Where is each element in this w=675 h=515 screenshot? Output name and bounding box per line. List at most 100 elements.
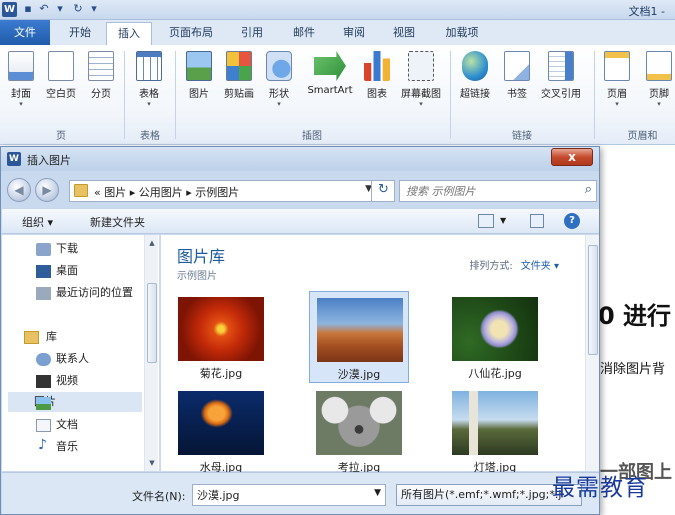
tab-references[interactable]: 引用 [230, 22, 274, 45]
nav-item-music[interactable]: 音乐 [56, 437, 78, 457]
videos-icon [36, 375, 51, 388]
folder-icon [74, 184, 88, 197]
library-subtitle: 示例图片 [177, 271, 217, 282]
filename-input[interactable] [197, 487, 365, 503]
file-list-pane: 图片库 示例图片 排列方式: 文件夹 ▾ 菊花.jpg 沙漠.jpg 八仙花.jp… [161, 235, 599, 474]
nav-item-desktop[interactable]: 桌面 [56, 261, 78, 281]
bookmark-button[interactable]: 书签 [496, 49, 538, 111]
scroll-up-icon[interactable]: ▲ [147, 239, 157, 247]
hyperlink-button[interactable]: 超链接 [454, 49, 496, 111]
nav-item-library[interactable]: 库 [46, 327, 57, 347]
dialog-toolbar: 组织 ▾ 新建文件夹 ▼ ? [2, 208, 599, 234]
contacts-icon [36, 353, 51, 366]
blank-page-button[interactable]: 空白页 [40, 49, 82, 111]
tab-insert[interactable]: 插入 [106, 22, 152, 45]
nav-item-downloads[interactable]: 下载 [56, 239, 78, 259]
nav-scrollbar-thumb[interactable] [147, 283, 157, 363]
smartart-button[interactable]: SmartArt [302, 49, 358, 111]
redo-icon[interactable]: ↻ [72, 3, 84, 15]
undo-icon[interactable]: ↶ [38, 3, 50, 15]
search-input[interactable] [406, 183, 572, 199]
nav-scrollbar[interactable]: ▲ ▼ [144, 235, 158, 471]
downloads-icon [36, 243, 51, 256]
forward-button[interactable]: ▶ [35, 178, 59, 202]
refresh-button[interactable]: ↻ [371, 180, 395, 202]
group-separator [450, 51, 451, 139]
clip-art-button[interactable]: 剪贴画 [218, 49, 260, 111]
page-break-button[interactable]: 分页 [80, 49, 122, 111]
nav-item-videos[interactable]: 视频 [56, 371, 78, 391]
dialog-title: 插入图片 [27, 154, 71, 167]
filename-field[interactable]: ▼ [192, 484, 386, 506]
file-thumbnail-lighthouse[interactable]: 灯塔.jpg [445, 385, 545, 477]
filename-label: 文件名(N): [132, 490, 186, 503]
qa-dropdown-icon[interactable]: ▾ [54, 3, 66, 15]
file-thumbnail-image [178, 391, 264, 455]
tab-view[interactable]: 视图 [382, 22, 426, 45]
view-options-icon[interactable] [478, 214, 494, 228]
address-prefix[interactable]: « [94, 186, 101, 199]
breadcrumb[interactable]: 图片 ▸ 公用图片 ▸ 示例图片 [104, 186, 239, 199]
close-button[interactable]: x [551, 148, 593, 166]
file-thumbnail-chrysanthemum[interactable]: 菊花.jpg [171, 291, 271, 383]
preview-pane-icon[interactable] [530, 214, 544, 228]
word-app-icon[interactable]: W [2, 2, 17, 17]
navigation-pane: 下载 桌面 最近访问的位置 库 联系人 视频 图片 文档 ♪ 音乐 ▲ ▼ [2, 235, 160, 471]
dialog-title-bar[interactable]: W 插入图片 x [1, 147, 599, 171]
arrange-by-dropdown[interactable]: 文件夹 ▾ [521, 261, 559, 272]
address-bar[interactable]: « 图片 ▸ 公用图片 ▸ 示例图片 ▼ [69, 180, 395, 202]
search-icon[interactable]: ⌕ [585, 182, 592, 197]
tab-addins[interactable]: 加载项 [436, 22, 488, 45]
ribbon-tabs: 文件 开始 插入 页面布局 引用 邮件 审阅 视图 加载项 [0, 20, 675, 45]
tab-page-layout[interactable]: 页面布局 [160, 22, 222, 45]
document-title: 文档1 - [628, 5, 665, 18]
hyperlink-icon [462, 51, 488, 81]
table-button[interactable]: 表格 ▾ [128, 49, 170, 111]
file-thumbnail-hydrangeas[interactable]: 八仙花.jpg [445, 291, 545, 383]
library-title: 图片库 [177, 247, 226, 266]
nav-item-pictures[interactable]: 图片 [8, 392, 142, 412]
address-bar-row: ◀ ▶ « 图片 ▸ 公用图片 ▸ 示例图片 ▼ ↻ ⌕ [5, 175, 597, 205]
file-thumbnail-image [178, 297, 264, 361]
file-thumbnail-desert[interactable]: 沙漠.jpg [309, 291, 409, 383]
organize-button[interactable]: 组织 ▾ [22, 214, 53, 230]
group-separator [594, 51, 595, 139]
back-button[interactable]: ◀ [7, 178, 31, 202]
recent-places-icon [36, 287, 51, 300]
file-thumbnail-koala[interactable]: 考拉.jpg [309, 385, 409, 477]
tab-mailings[interactable]: 邮件 [282, 22, 326, 45]
file-list-scrollbar[interactable] [585, 235, 599, 471]
group-label-header-footer: 页眉和 [627, 131, 658, 142]
header-button[interactable]: 页眉 ▾ [596, 49, 638, 111]
tab-file[interactable]: 文件 [0, 20, 50, 45]
header-icon [604, 51, 630, 81]
view-dropdown-icon[interactable]: ▼ [500, 216, 506, 225]
screenshot-icon [408, 51, 434, 81]
tab-home[interactable]: 开始 [58, 22, 102, 45]
picture-button[interactable]: 图片 [178, 49, 220, 111]
table-icon [136, 51, 162, 81]
cover-page-button[interactable]: 封面 ▾ [0, 49, 42, 111]
chart-button[interactable]: 图表 [356, 49, 398, 111]
cross-reference-icon [548, 51, 574, 81]
cross-reference-button[interactable]: 交叉引用 [536, 49, 586, 111]
file-thumbnail-jellyfish[interactable]: 水母.jpg [171, 385, 271, 477]
save-icon[interactable]: ▪ [22, 3, 34, 15]
customize-qa-icon[interactable]: ▾ [88, 3, 100, 15]
screenshot-button[interactable]: 屏幕截图 ▾ [396, 49, 446, 111]
insert-picture-dialog: W 插入图片 x ◀ ▶ « 图片 ▸ 公用图片 ▸ 示例图片 ▼ ↻ ⌕ 组织… [0, 146, 600, 515]
scroll-down-icon[interactable]: ▼ [147, 459, 157, 467]
help-icon[interactable]: ? [564, 213, 580, 229]
tab-review[interactable]: 审阅 [332, 22, 376, 45]
word-app-icon: W [7, 152, 21, 166]
nav-item-contacts[interactable]: 联系人 [56, 349, 89, 369]
nav-item-recent[interactable]: 最近访问的位置 [56, 283, 133, 303]
filename-dropdown-icon[interactable]: ▼ [374, 488, 381, 498]
new-folder-button[interactable]: 新建文件夹 [90, 214, 145, 230]
file-list-scrollbar-thumb[interactable] [588, 245, 598, 355]
nav-item-documents[interactable]: 文档 [56, 415, 78, 435]
group-separator [175, 51, 176, 139]
search-box[interactable]: ⌕ [399, 180, 597, 202]
footer-button[interactable]: 页脚 ▾ [638, 49, 675, 111]
shapes-button[interactable]: 形状 ▾ [258, 49, 300, 111]
